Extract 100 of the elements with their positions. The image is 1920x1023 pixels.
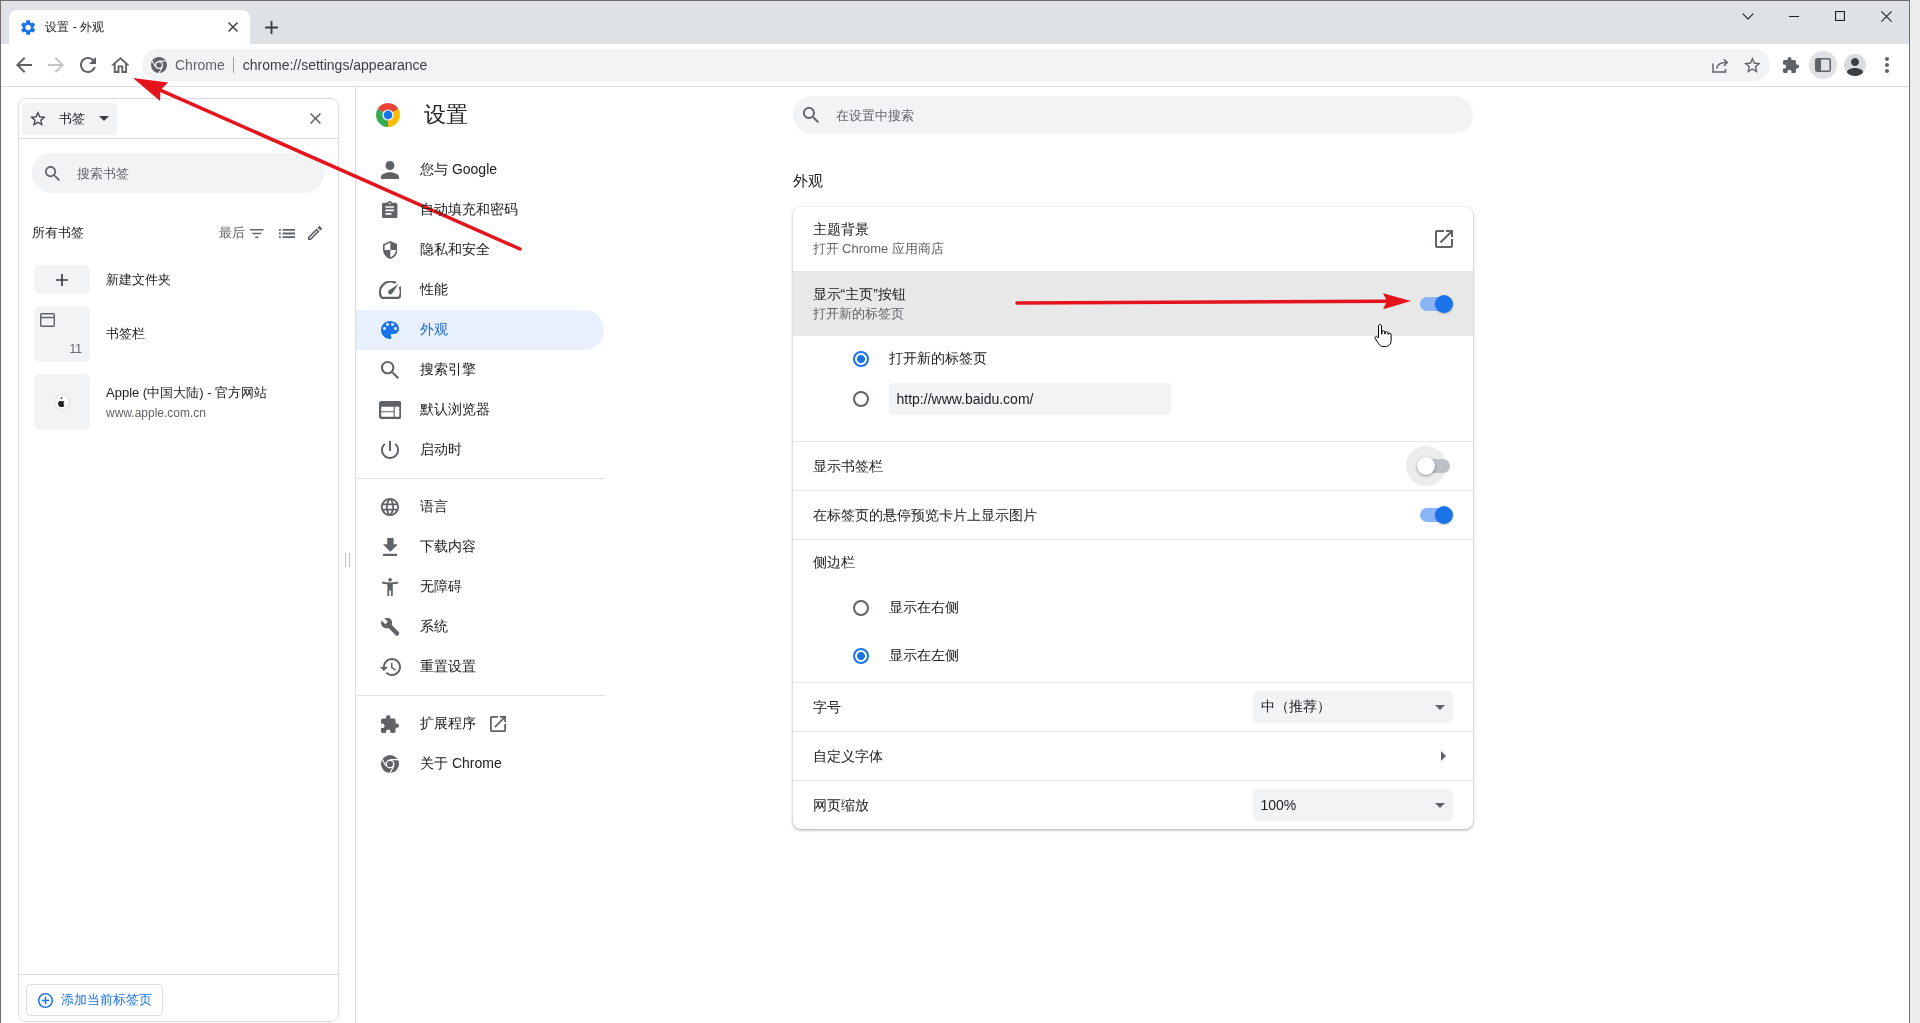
caret-icon (98, 116, 109, 121)
page-title: 设置 (424, 101, 468, 129)
resize-handle[interactable] (344, 553, 350, 567)
more-options-icon[interactable] (1885, 57, 1889, 73)
puzzle-icon (381, 715, 399, 733)
power-icon (381, 441, 399, 459)
nav-item[interactable]: 重置设置 (356, 647, 604, 687)
search-field[interactable]: 搜索书签 (32, 153, 324, 193)
edit-icon[interactable] (308, 226, 322, 240)
setting-description: 打开 Chrome 应用商店 (812, 240, 944, 258)
nav-item[interactable]: 外观 (356, 310, 604, 350)
close-icon[interactable] (228, 22, 238, 32)
logo-icon (376, 103, 400, 127)
sort-button[interactable]: 最后 (219, 224, 264, 242)
nav-item[interactable]: 关于 Chrome (356, 744, 604, 784)
bookmark-count: 11 (69, 342, 82, 356)
gauge-icon (378, 281, 402, 299)
maximize-icon[interactable] (1835, 11, 1845, 21)
globe-icon (381, 498, 399, 516)
window-icon (40, 313, 55, 327)
bookmark-title[interactable]: Apple (中国大陆) - 官方网站 (106, 384, 268, 402)
bookmark-title[interactable]: 新建文件夹 (106, 270, 171, 289)
hand-cursor-icon (1374, 323, 1394, 349)
setting-description: 打开新的标签页 (812, 305, 905, 323)
setting-label: 侧边栏 (811, 553, 856, 572)
share-icon[interactable] (1711, 57, 1729, 73)
history-icon (379, 658, 401, 676)
person-icon (381, 161, 399, 179)
setting-label: 字号 (812, 698, 841, 717)
bookmark-title[interactable]: 书签栏 (106, 325, 145, 343)
caret-icon (1434, 802, 1445, 808)
add-tab-button[interactable]: 添加当前标签页 (26, 984, 163, 1016)
radio-button[interactable] (852, 600, 869, 616)
nav-item[interactable]: 系统 (356, 607, 604, 647)
external-link-icon (490, 716, 506, 732)
close-icon[interactable] (1880, 10, 1892, 22)
list-view-icon[interactable] (278, 228, 295, 238)
caret-right-icon[interactable] (1440, 751, 1446, 761)
nav-item[interactable]: 语言 (356, 487, 604, 527)
input-field[interactable]: http://www.baidu.com/ (888, 383, 1171, 415)
folder-tile[interactable]: 11 (34, 306, 90, 362)
shield-icon (382, 241, 398, 259)
wrench-icon (380, 618, 400, 636)
dropdown[interactable]: 中（推荐） (1252, 691, 1453, 723)
address-bar[interactable]: Chrome chrome://settings/appearance (142, 49, 1770, 81)
setting-label: 网页缩放 (812, 796, 869, 815)
plus-icon[interactable] (34, 265, 90, 294)
panel-dropdown[interactable]: 书签 (22, 102, 117, 135)
nav-item[interactable]: 启动时 (356, 430, 604, 470)
clipboard-icon (382, 201, 398, 219)
home-icon[interactable] (110, 57, 130, 73)
browser-tab[interactable]: 设置 - 外观 (9, 10, 250, 44)
reload-icon[interactable] (80, 57, 96, 73)
plus-icon[interactable] (265, 20, 278, 34)
radio-button[interactable] (852, 391, 869, 407)
chevron-down-icon[interactable] (1742, 12, 1754, 20)
close-icon[interactable] (310, 113, 321, 124)
bookmark-url: www.apple.com.cn (106, 406, 208, 420)
external-link-icon[interactable] (1434, 230, 1453, 248)
logo-icon (381, 755, 399, 773)
site-label: Chrome (175, 57, 225, 73)
nav-item[interactable]: 默认浏览器 (356, 390, 604, 430)
nav-item[interactable]: 扩展程序 (356, 704, 604, 744)
filter-icon (250, 228, 264, 238)
radio-label[interactable]: 显示在左侧 (888, 647, 959, 665)
setting-label: 显示“主页”按钮 (812, 285, 906, 304)
setting-label: 主题背景 (812, 220, 870, 239)
search-icon (381, 361, 399, 379)
logo-icon[interactable] (151, 57, 167, 73)
nav-item[interactable]: 下载内容 (356, 527, 604, 567)
star-icon (30, 111, 46, 126)
profile-icon[interactable] (1844, 54, 1866, 76)
dropdown[interactable]: 100% (1252, 789, 1453, 821)
nav-item[interactable]: 无障碍 (356, 567, 604, 607)
back-icon[interactable] (16, 57, 32, 73)
nav-item[interactable]: 性能 (356, 270, 604, 310)
browser-window-icon (378, 401, 402, 419)
download-icon (382, 538, 398, 556)
section-heading: 外观 (792, 171, 824, 191)
setting-label: 在标签页的悬停预览卡片上显示图片 (812, 506, 1037, 525)
radio-label[interactable]: 打开新的标签页 (888, 350, 987, 368)
nav-item[interactable]: 搜索引擎 (356, 350, 604, 390)
search-icon (802, 107, 819, 123)
star-icon[interactable] (1743, 57, 1761, 73)
nav-item[interactable]: 隐私和安全 (356, 230, 604, 270)
setting-label: 自定义字体 (812, 747, 883, 766)
nav-item[interactable]: 您与 Google (356, 150, 604, 190)
caret-icon (1434, 704, 1445, 710)
url-text[interactable]: chrome://settings/appearance (242, 57, 428, 73)
setting-label: 显示书签栏 (812, 457, 883, 476)
section-label: 所有书签 (32, 224, 84, 242)
minimize-icon[interactable] (1789, 15, 1799, 17)
puzzle-icon[interactable] (1783, 57, 1799, 73)
radio-label[interactable]: 显示在右侧 (888, 599, 959, 617)
radio-button[interactable] (852, 351, 869, 367)
accessibility-icon (381, 578, 399, 596)
side-panel-icon[interactable] (1809, 51, 1837, 79)
search-icon (45, 165, 60, 181)
search-field[interactable]: 在设置中搜索 (792, 96, 1473, 134)
radio-button[interactable] (852, 648, 869, 664)
